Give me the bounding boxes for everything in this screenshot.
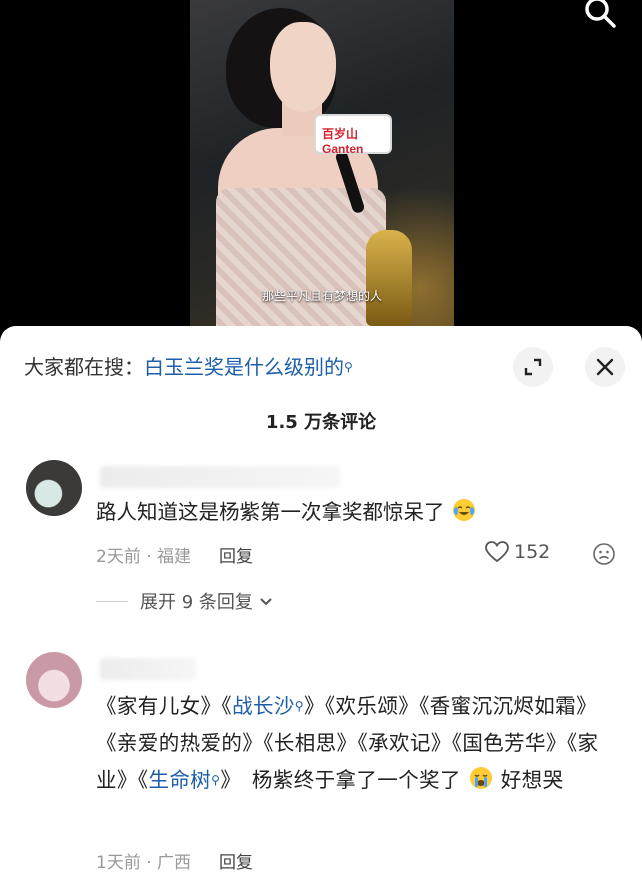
video-area[interactable]: 百岁山 Ganten 那些平凡且有梦想的人 [0, 0, 642, 340]
reply-button[interactable]: 回复 [219, 547, 253, 567]
comment-text[interactable]: 路人知道这是杨紫第一次拿奖都惊呆了 [96, 494, 616, 531]
search-small-icon: ⚲ [211, 773, 221, 787]
crying-emoji-icon [469, 767, 492, 789]
comment-body: 路人知道这是杨紫第一次拿奖都惊呆了 [96, 500, 445, 524]
comment-segment: 》 杨紫终于拿了一个奖了 [220, 768, 461, 792]
close-icon [596, 358, 614, 376]
username-blurred[interactable] [100, 466, 340, 488]
close-button[interactable] [585, 347, 625, 387]
video-frame[interactable]: 百岁山 Ganten 那些平凡且有梦想的人 [190, 0, 454, 340]
trophy [366, 230, 412, 326]
trending-prefix: 大家都在搜： [24, 355, 144, 379]
comment-segment: 《家有儿女》《 [96, 694, 233, 718]
comment-segment: 好想哭 [500, 768, 564, 792]
like-count: 152 [514, 541, 551, 563]
trending-query-link[interactable]: 白玉兰奖是什么级别的 [144, 355, 344, 379]
comment-meta: 2天前 · 福建 回复 [96, 547, 254, 567]
comment-text[interactable]: 《家有儿女》《战长沙⚲》《欢乐颂》《香蜜沉沉烬如霜》《亲爱的热爱的》《长相思》《… [96, 688, 616, 799]
comment-sheet: 大家都在搜：白玉兰奖是什么级别的⚲ 1.5 万条评论 路人知道这是杨紫第一次拿奖… [0, 326, 642, 893]
expand-button[interactable] [513, 347, 553, 387]
mic-flag-text: 百岁山 Ganten [322, 127, 364, 156]
frown-face-icon [593, 543, 615, 565]
drama-link-shengmingshu[interactable]: 生命树 [148, 768, 211, 792]
chevron-down-icon [260, 598, 272, 606]
expand-replies-label: 展开 9 条回复 [140, 592, 253, 613]
search-small-icon: ⚲ [344, 360, 353, 374]
username-blurred[interactable] [100, 658, 196, 680]
search-button[interactable] [580, 0, 620, 28]
dislike-button[interactable] [592, 542, 616, 570]
video-caption: 那些平凡且有梦想的人 [261, 289, 382, 303]
crying-laughing-emoji-icon [453, 499, 476, 521]
avatar[interactable] [26, 460, 82, 516]
avatar[interactable] [26, 652, 82, 708]
comment-time: 1天前 [96, 853, 141, 873]
search-icon [585, 0, 616, 28]
mic-flag-logo: 百岁山 Ganten [314, 114, 392, 156]
comment-meta: 1天前 · 广西 回复 [96, 853, 254, 873]
reply-button[interactable]: 回复 [219, 853, 253, 873]
like-button[interactable]: 152 [484, 540, 550, 564]
expand-replies-button[interactable]: 展开 9 条回复 [96, 588, 275, 614]
divider [96, 600, 128, 602]
comment-location: 福建 [157, 547, 192, 567]
comment-location: 广西 [157, 853, 192, 873]
comment-count: 1.5 万条评论 [265, 412, 377, 433]
expand-icon [524, 358, 542, 376]
comment-time: 2天前 [96, 547, 141, 567]
drama-link-zhanchangsha[interactable]: 战长沙 [232, 694, 295, 718]
heart-icon [485, 541, 509, 563]
trending-search[interactable]: 大家都在搜：白玉兰奖是什么级别的⚲ [24, 354, 353, 380]
search-small-icon: ⚲ [294, 699, 304, 713]
performer-face [270, 22, 336, 112]
